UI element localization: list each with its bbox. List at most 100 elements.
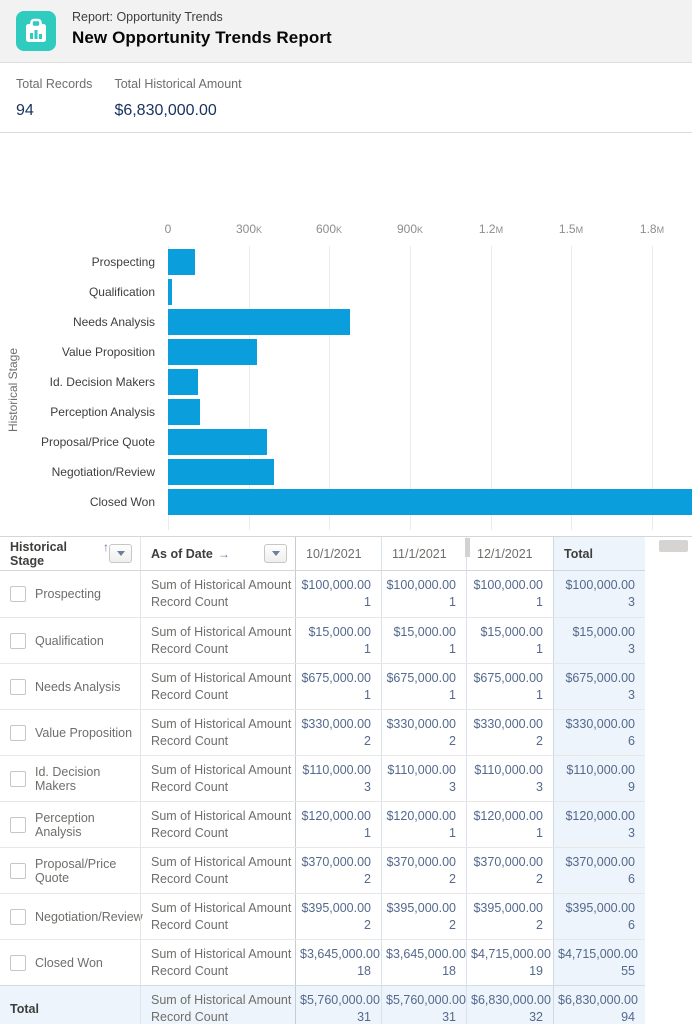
chart-bar[interactable] <box>168 249 195 275</box>
count-value: 3 <box>628 688 635 702</box>
value-cell: $15,000.00 1 <box>381 618 466 663</box>
total-value-cell: $100,000.00 3 <box>553 571 645 617</box>
table-row: Closed Won Sum of Historical Amount Record… <box>0 939 645 985</box>
value-cell: $370,000.00 2 <box>295 848 381 893</box>
table-row: Qualification Sum of Historical Amount Rec… <box>0 617 645 663</box>
row-checkbox[interactable] <box>10 724 26 741</box>
stat-value: $6,830,000.00 <box>114 102 217 119</box>
column-header-date[interactable]: 12/1/2021 <box>466 537 553 570</box>
count-value: 9 <box>628 780 635 794</box>
value-cell: $120,000.00 1 <box>466 802 553 847</box>
amount-value: $110,000.00 <box>302 763 371 777</box>
column-header-date[interactable]: 11/1/2021 <box>381 537 466 570</box>
column-header-historical-stage[interactable]: Historical Stage ↑ <box>0 537 140 570</box>
measure-label: Sum of Historical Amount <box>151 855 292 869</box>
measure-label: Sum of Historical Amount <box>151 717 292 731</box>
count-value: 18 <box>442 964 456 978</box>
report-header: Report: Opportunity Trends New Opportuni… <box>0 0 692 63</box>
value-cell: $330,000.00 2 <box>295 710 381 755</box>
measures-cell: Sum of Historical Amount Record Count <box>140 894 295 939</box>
stage-label: Proposal/Price Quote <box>35 856 117 885</box>
row-checkbox[interactable] <box>10 816 26 833</box>
column-header-date[interactable]: 10/1/2021 <box>295 537 381 570</box>
stage-label: Id. Decision Makers <box>35 764 101 793</box>
total-value-cell: $6,830,000.00 94 <box>553 986 645 1024</box>
gridline <box>329 246 330 530</box>
stage-cell: Negotiation/Review <box>0 894 143 939</box>
count-value: 1 <box>364 688 371 702</box>
amount-value: $120,000.00 <box>565 809 635 823</box>
amount-value: $100,000.00 <box>565 578 635 592</box>
gridline <box>249 246 250 530</box>
x-axis-tick-label: 300K <box>235 222 263 236</box>
row-checkbox[interactable] <box>10 862 26 879</box>
measures-cell: Sum of Historical Amount Record Count <box>140 940 295 985</box>
chart-bar[interactable] <box>168 279 172 305</box>
scrollbar-thumb[interactable] <box>659 540 688 552</box>
table-row: Perception Analysis Sum of Historical Amo… <box>0 801 645 847</box>
value-cell: $370,000.00 2 <box>381 848 466 893</box>
amount-value: $15,000.00 <box>572 625 635 639</box>
chart-bar[interactable] <box>168 309 350 335</box>
stage-cell: Needs Analysis <box>0 664 140 709</box>
chart-bar[interactable] <box>168 399 200 425</box>
report-table: Historical Stage ↑ As of Date → 10/1/202… <box>0 536 692 1024</box>
report-page: Report: Opportunity Trends New Opportuni… <box>0 0 692 1024</box>
measure-label: Sum of Historical Amount <box>151 947 292 961</box>
stat-label: Total Historical Amount <box>114 77 242 91</box>
chart-bar[interactable] <box>168 489 692 515</box>
count-value: 3 <box>536 780 543 794</box>
stage-cell: Total <box>0 986 140 1024</box>
row-checkbox[interactable] <box>10 678 26 695</box>
row-checkbox[interactable] <box>10 908 26 925</box>
column-menu-button[interactable] <box>109 544 132 563</box>
total-value-cell: $15,000.00 3 <box>553 618 645 663</box>
value-cell: $120,000.00 1 <box>295 802 381 847</box>
total-value-cell: $370,000.00 6 <box>553 848 645 893</box>
stat-total-historical-amount: Total Historical Amount $6,830,000.00 <box>114 63 241 132</box>
value-cell: $4,715,000.00 19 <box>466 940 553 985</box>
value-cell: $675,000.00 1 <box>295 664 381 709</box>
count-value: 3 <box>449 780 456 794</box>
stage-cell: Id. Decision Makers <box>0 756 140 801</box>
stage-cell: Closed Won <box>0 940 140 985</box>
gridline <box>491 246 492 530</box>
table-row: Negotiation/Review Sum of Historical Amou… <box>0 893 645 939</box>
column-resize-handle[interactable] <box>465 538 470 557</box>
amount-value: $110,000.00 <box>387 763 456 777</box>
amount-value: $330,000.00 <box>565 717 635 731</box>
stage-label: Perception Analysis <box>35 810 95 839</box>
row-checkbox[interactable] <box>10 954 26 971</box>
row-checkbox[interactable] <box>10 586 26 602</box>
value-cell: $3,645,000.00 18 <box>381 940 466 985</box>
amount-value: $110,000.00 <box>566 763 635 777</box>
category-label: Id. Decision Makers <box>49 375 155 389</box>
column-header-label: As of Date <box>151 546 213 561</box>
chart-bar[interactable] <box>168 369 198 395</box>
row-checkbox[interactable] <box>10 632 26 649</box>
category-label: Perception Analysis <box>50 405 155 419</box>
amount-value: $370,000.00 <box>473 855 543 869</box>
count-value: 2 <box>364 734 371 748</box>
measures-cell: Sum of Historical Amount Record Count <box>140 710 295 755</box>
column-header-as-of-date[interactable]: As of Date → <box>140 537 295 570</box>
value-cell: $15,000.00 1 <box>466 618 553 663</box>
chart-bar[interactable] <box>168 339 257 365</box>
chart-bar[interactable] <box>168 429 267 455</box>
count-value: 2 <box>536 872 543 886</box>
column-header-total[interactable]: Total <box>553 537 645 570</box>
measure-label: Sum of Historical Amount <box>151 671 292 685</box>
count-value: 1 <box>449 688 456 702</box>
column-menu-button[interactable] <box>264 544 287 563</box>
chart-bar[interactable] <box>168 459 274 485</box>
table-row: Id. Decision Makers Sum of Historical Amo… <box>0 755 645 801</box>
measure-label: Record Count <box>151 826 229 840</box>
value-cell: $395,000.00 2 <box>295 894 381 939</box>
amount-value: $330,000.00 <box>386 717 456 731</box>
x-axis-tick-label: 1.2M <box>478 222 504 236</box>
count-value: 3 <box>364 780 371 794</box>
row-checkbox[interactable] <box>10 770 26 787</box>
count-value: 2 <box>536 734 543 748</box>
measures-cell: Sum of Historical Amount Record Count <box>140 618 295 663</box>
count-value: 31 <box>442 1010 456 1024</box>
